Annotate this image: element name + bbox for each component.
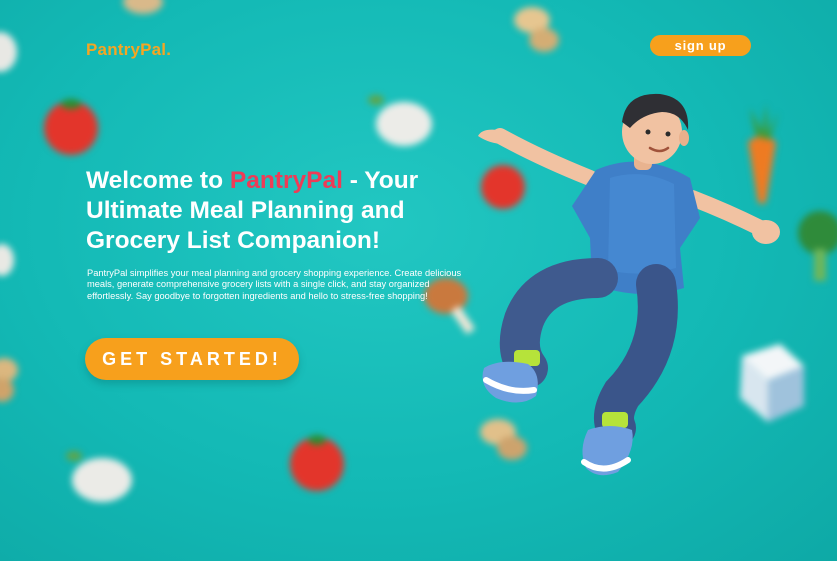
hero-description: PantryPal simplifies your meal planning …	[87, 268, 462, 301]
hero-title: Welcome to PantryPal - Your Ultimate Mea…	[86, 166, 466, 256]
mushroom-decoration	[514, 7, 559, 52]
sign-up-button[interactable]: sign up	[650, 35, 751, 56]
mushroom-decoration	[123, 0, 163, 14]
man-illustration	[478, 93, 780, 476]
hero-title-brand: PantryPal	[229, 167, 343, 194]
garlic-decoration	[0, 244, 14, 276]
garlic-decoration	[0, 32, 17, 72]
hero-title-prefix: Welcome to	[86, 167, 230, 194]
tomato-decoration	[44, 99, 98, 155]
garlic-decoration	[368, 95, 432, 146]
landing-page: PantryPal. sign up Welcome to PantryPal …	[0, 0, 837, 561]
get-started-button[interactable]: GET STARTED!	[85, 338, 299, 380]
logo[interactable]: PantryPal.	[86, 40, 171, 60]
tomato-decoration	[290, 435, 344, 491]
broccoli-decoration	[798, 211, 837, 281]
garlic-decoration	[66, 451, 132, 502]
mushroom-decoration	[0, 358, 18, 402]
